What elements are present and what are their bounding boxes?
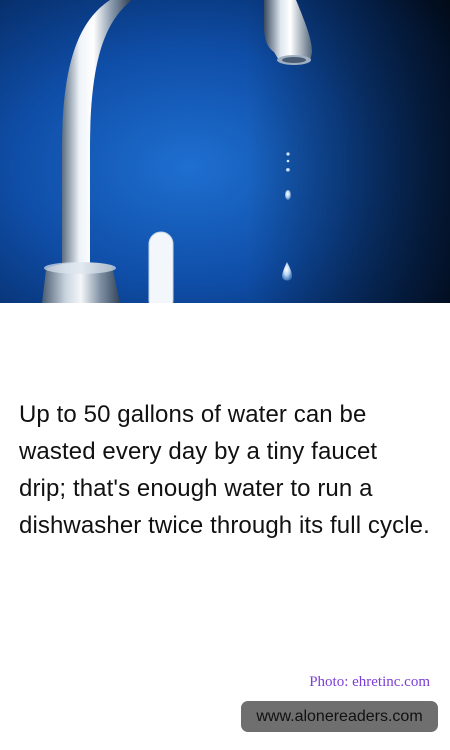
site-url-badge[interactable]: www.alonereaders.com (241, 701, 438, 732)
faucet-photo (0, 0, 450, 303)
fact-card: Up to 50 gallons of water can be wasted … (0, 0, 450, 750)
faucet-dripping-photo (0, 0, 450, 303)
fact-text: Up to 50 gallons of water can be wasted … (19, 401, 430, 539)
photo-credit-link[interactable]: Photo: ehretinc.com (309, 674, 430, 691)
